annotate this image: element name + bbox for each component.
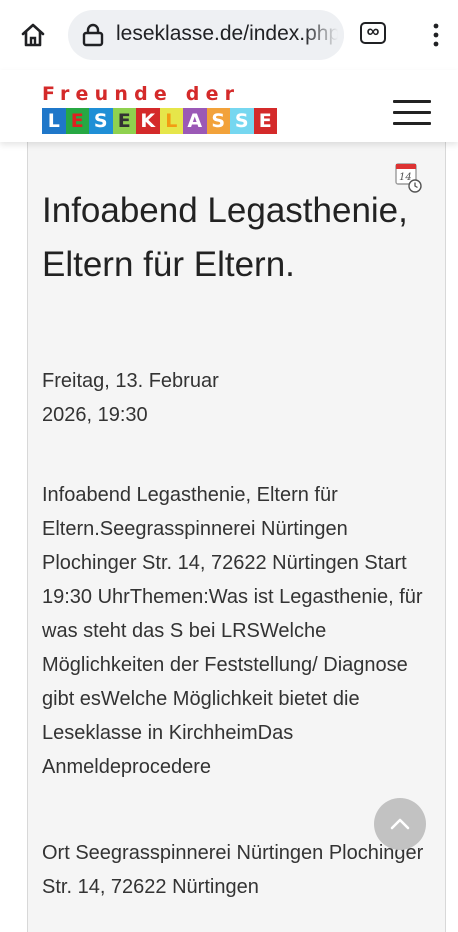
logo-letter: L (42, 108, 66, 134)
tab-switcher-icon: ∞ (366, 21, 380, 41)
more-vertical-icon[interactable] (428, 22, 444, 48)
scroll-to-top-button[interactable] (374, 798, 426, 850)
logo-letter: S (230, 108, 254, 134)
tab-switcher-button[interactable]: ∞ (360, 21, 386, 44)
logo-letter: K (136, 108, 160, 134)
logo-letter: E (112, 108, 136, 134)
home-icon[interactable] (20, 22, 46, 48)
logo-letter: L (159, 108, 183, 134)
event-date: Freitag, 13. Februar 2026, 19:30 (42, 364, 262, 432)
logo-letter: S (89, 108, 113, 134)
event-description: Infoabend Legasthenie, Eltern für Eltern… (42, 484, 423, 778)
hamburger-menu-icon[interactable] (393, 100, 431, 126)
logo-letter: E (65, 108, 89, 134)
logo-letter: A (183, 108, 207, 134)
chevron-up-icon (390, 818, 410, 830)
logo-letter: S (206, 108, 230, 134)
event-date-line1: Freitag, 13. Februar (42, 370, 219, 392)
event-location: Ort Seegrasspinnerei Nürtingen Plochinge… (42, 842, 424, 898)
lock-icon[interactable] (82, 23, 104, 47)
svg-text:14: 14 (399, 172, 412, 183)
logo-letter: E (253, 108, 277, 134)
site-header: Freunde der LESEKLASSE (0, 70, 458, 142)
event-title: Infoabend Legasthenie, Eltern für Eltern… (42, 191, 408, 284)
logo-top-text: Freunde der (42, 83, 241, 105)
browser-toolbar: leseklasse.de/index.php ∞ (0, 0, 458, 70)
event-date-line2: 2026, 19:30 (42, 404, 148, 426)
logo-letters: LESEKLASSE (42, 108, 277, 134)
address-bar[interactable]: leseklasse.de/index.php (68, 10, 344, 60)
url-fade (304, 10, 344, 60)
site-logo[interactable]: Freunde der LESEKLASSE (42, 84, 277, 134)
